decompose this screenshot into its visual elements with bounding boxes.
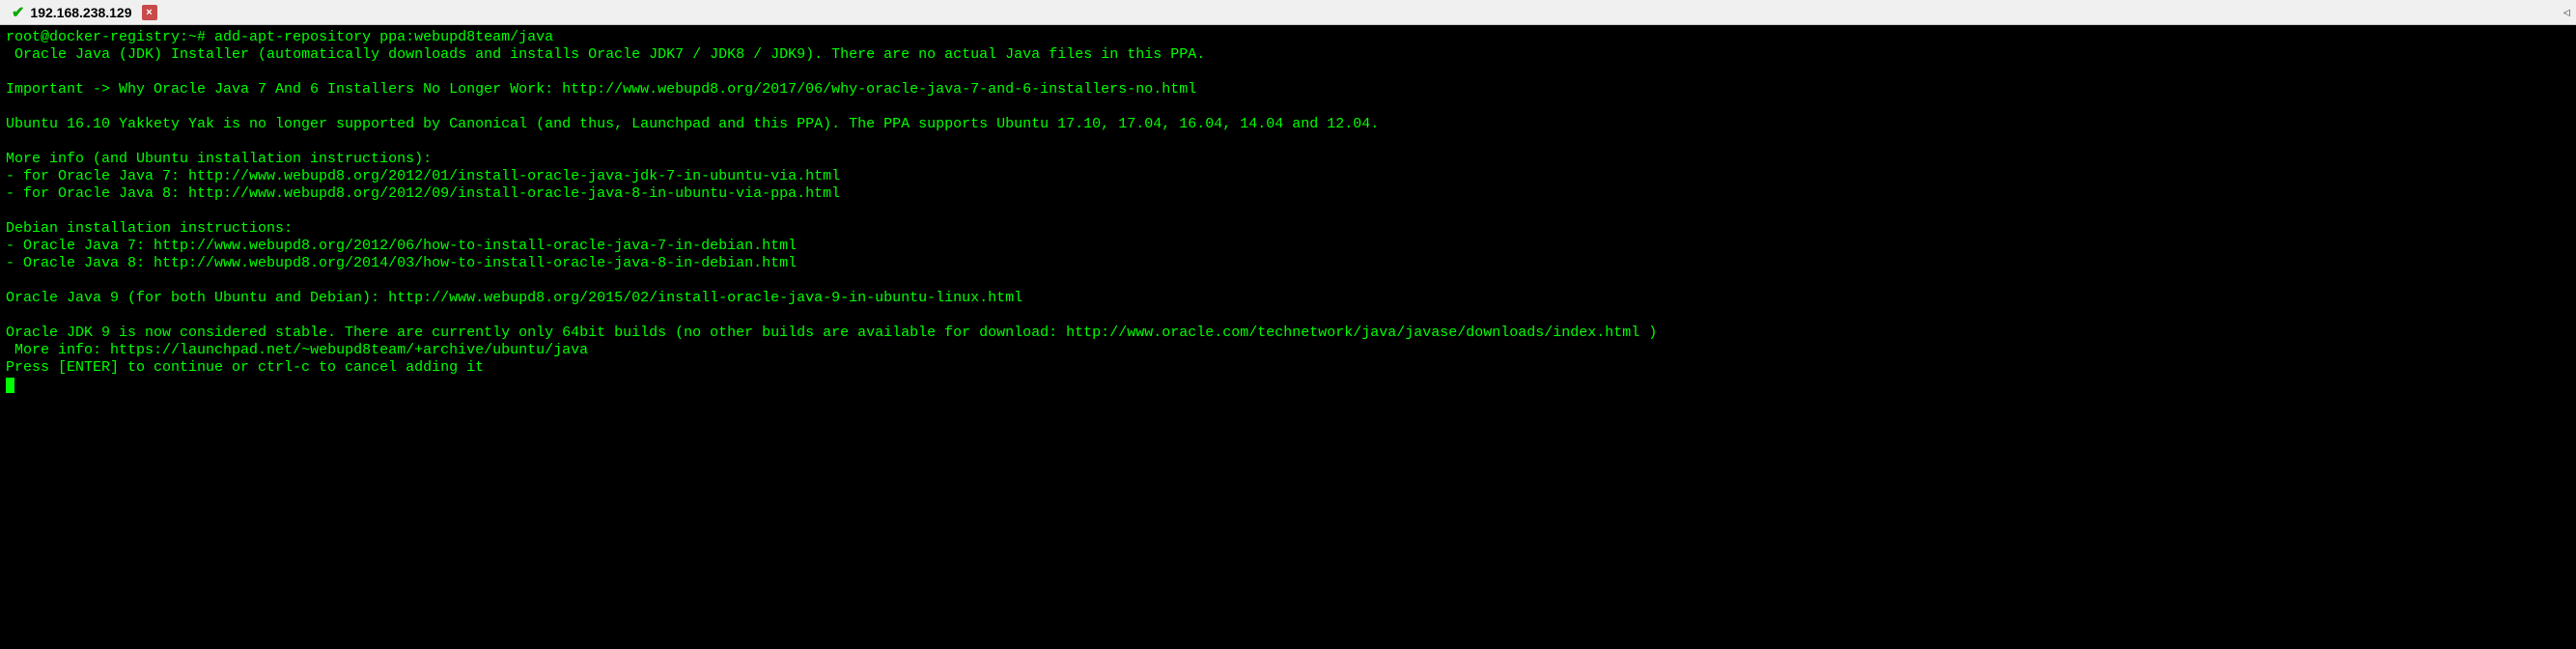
terminal-prompt: root@docker-registry:~#: [6, 29, 214, 45]
terminal-line: - for Oracle Java 8: http://www.webupd8.…: [6, 185, 840, 202]
terminal-line: Oracle JDK 9 is now considered stable. T…: [6, 324, 1657, 341]
tab-title: 192.168.238.129: [30, 5, 131, 20]
terminal-tab[interactable]: ✔ 192.168.238.129 ×: [4, 1, 165, 24]
terminal-line: - Oracle Java 8: http://www.webupd8.org/…: [6, 255, 797, 271]
close-tab-button[interactable]: ×: [142, 5, 157, 20]
terminal-line: More info (and Ubuntu installation instr…: [6, 151, 432, 167]
terminal-line: Debian installation instructions:: [6, 220, 293, 237]
connected-icon: ✔: [12, 3, 24, 22]
terminal-line: Oracle Java (JDK) Installer (automatical…: [6, 46, 1205, 63]
terminal-line: Oracle Java 9 (for both Ubuntu and Debia…: [6, 290, 1022, 306]
tab-bar: ✔ 192.168.238.129 × ◁: [0, 0, 2576, 25]
terminal-line: - for Oracle Java 7: http://www.webupd8.…: [6, 168, 840, 184]
terminal-line: - Oracle Java 7: http://www.webupd8.org/…: [6, 238, 797, 254]
terminal-line: Important -> Why Oracle Java 7 And 6 Ins…: [6, 81, 1196, 98]
terminal-line: Ubuntu 16.10 Yakkety Yak is no longer su…: [6, 116, 1379, 132]
expand-icon[interactable]: ◁: [2563, 5, 2570, 19]
terminal-line: More info: https://launchpad.net/~webupd…: [6, 342, 588, 358]
terminal-command: add-apt-repository ppa:webupd8team/java: [214, 29, 553, 45]
terminal-line: Press [ENTER] to continue or ctrl-c to c…: [6, 359, 484, 376]
terminal-cursor: [6, 378, 14, 393]
terminal-output[interactable]: root@docker-registry:~# add-apt-reposito…: [0, 25, 2576, 649]
